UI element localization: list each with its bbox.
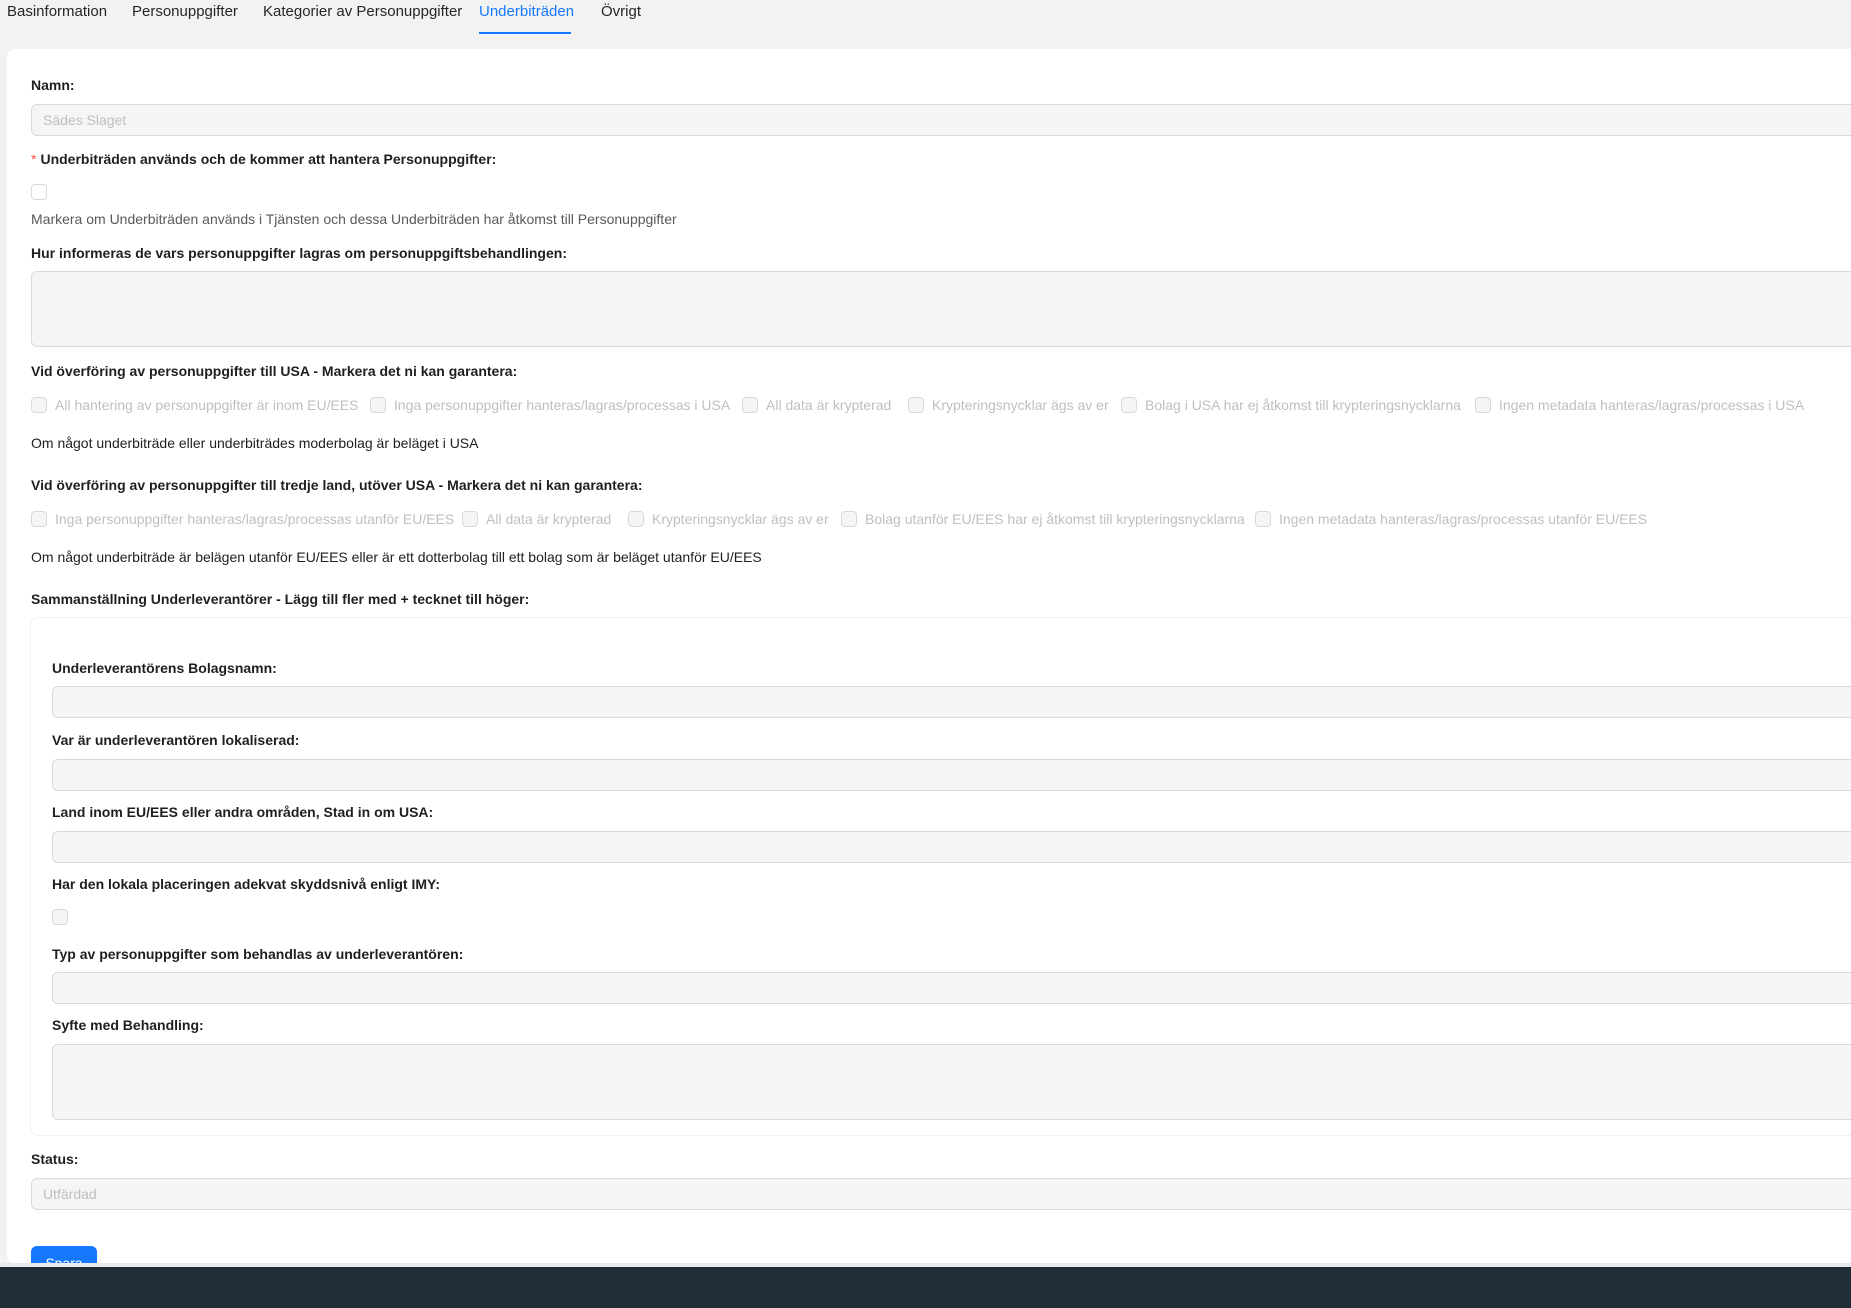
status-label: Status: — [31, 1151, 79, 1167]
purpose-label: Syfte med Behandling: — [52, 1017, 204, 1033]
usa-option-label: Bolag i USA har ej åtkomst till krypteri… — [1145, 397, 1461, 413]
subprocessors-used-label: * Underbiträden används och de kommer att… — [31, 151, 497, 167]
name-label: Namn: — [31, 77, 75, 93]
active-tab-indicator — [479, 32, 571, 34]
third-option-checkbox[interactable] — [628, 511, 644, 527]
os-taskbar — [0, 1267, 1851, 1308]
company-label: Underleverantörens Bolagsnamn: — [52, 660, 277, 676]
country-input[interactable] — [52, 831, 1851, 863]
third-option-checkbox[interactable] — [841, 511, 857, 527]
type-input[interactable] — [52, 972, 1851, 1004]
third-option-label: Ingen metadata hanteras/lagras/processas… — [1279, 511, 1648, 527]
third-country-label: Vid överföring av personuppgifter till t… — [31, 477, 643, 493]
third-option-label: Bolag utanför EU/EES har ej åtkomst till… — [865, 511, 1245, 527]
tab-underbitraden[interactable]: Underbiträden — [479, 3, 574, 21]
third-option-checkbox[interactable] — [31, 511, 47, 527]
inform-label: Hur informeras de vars personuppgifter l… — [31, 245, 567, 261]
subprocessors-used-help: Markera om Underbiträden används i Tjäns… — [31, 211, 677, 227]
third-option-label: All data är krypterad — [486, 511, 612, 527]
tab-kategorier[interactable]: Kategorier av Personuppgifter — [263, 3, 462, 21]
usa-note: Om något underbiträde eller underbiträde… — [31, 435, 479, 451]
usa-option-checkbox[interactable] — [1121, 397, 1137, 413]
third-option-checkbox[interactable] — [1255, 511, 1271, 527]
usa-label: Vid överföring av personuppgifter till U… — [31, 363, 518, 379]
usa-option-label: All data är krypterad — [766, 397, 892, 413]
third-option-label: Krypteringsnycklar ägs av er — [652, 511, 829, 527]
tab-personuppgifter[interactable]: Personuppgifter — [132, 3, 238, 21]
imy-label: Har den lokala placeringen adekvat skydd… — [52, 876, 440, 892]
location-input[interactable] — [52, 759, 1851, 791]
name-input[interactable]: Sädes Slaget — [31, 104, 1851, 136]
usa-option-checkbox[interactable] — [370, 397, 386, 413]
usa-option-label: Krypteringsnycklar ägs av er — [932, 397, 1109, 413]
usa-option-checkbox[interactable] — [908, 397, 924, 413]
tab-bar: Basinformation Personuppgifter Kategorie… — [0, 0, 1851, 50]
usa-option-label: All hantering av personuppgifter är inom… — [55, 397, 359, 413]
third-country-note: Om något underbiträde är belägen utanför… — [31, 549, 762, 565]
subprocessors-used-checkbox[interactable] — [31, 184, 47, 200]
tab-ovrigt[interactable]: Övrigt — [601, 3, 641, 21]
company-input[interactable] — [52, 686, 1851, 718]
usa-option-label: Inga personuppgifter hanteras/lagras/pro… — [394, 397, 731, 413]
usa-option-checkbox[interactable] — [742, 397, 758, 413]
usa-option-checkbox[interactable] — [31, 397, 47, 413]
summary-label: Sammanställning Underleverantörer - Lägg… — [31, 591, 530, 607]
status-select[interactable]: Utfärdad — [31, 1178, 1851, 1210]
tab-basinformation[interactable]: Basinformation — [7, 3, 107, 21]
imy-checkbox[interactable] — [52, 909, 68, 925]
usa-option-checkbox[interactable] — [1475, 397, 1491, 413]
location-label: Var är underleverantören lokaliserad: — [52, 732, 300, 748]
third-option-label: Inga personuppgifter hanteras/lagras/pro… — [55, 511, 455, 527]
third-option-checkbox[interactable] — [462, 511, 478, 527]
usa-option-label: Ingen metadata hanteras/lagras/processas… — [1499, 397, 1805, 413]
purpose-textarea[interactable] — [52, 1044, 1851, 1120]
country-label: Land inom EU/EES eller andra områden, St… — [52, 804, 434, 820]
inform-textarea[interactable] — [31, 271, 1851, 347]
type-label: Typ av personuppgifter som behandlas av … — [52, 946, 464, 962]
